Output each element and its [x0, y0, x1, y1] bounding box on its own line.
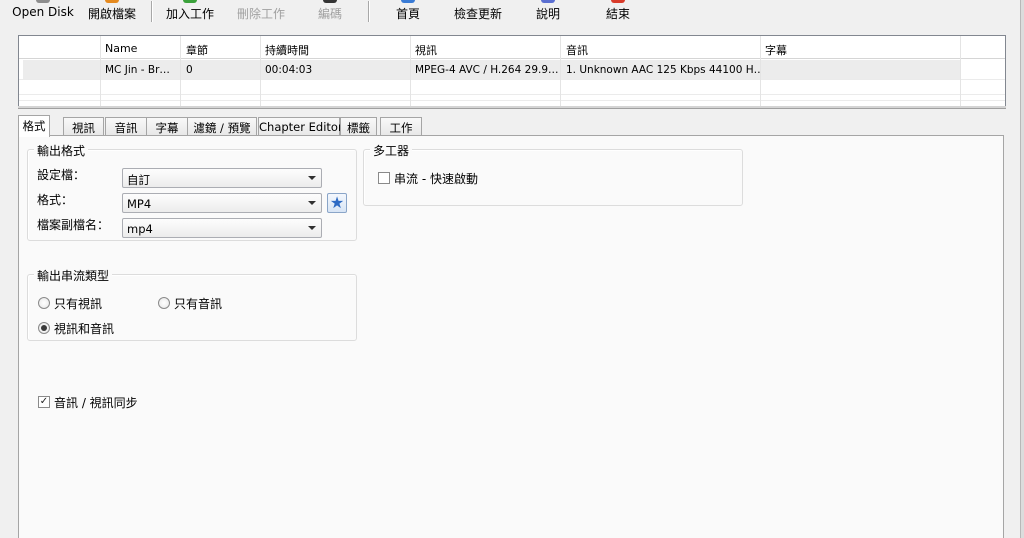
encode-icon [323, 0, 337, 3]
column-header-subtitle[interactable]: 字幕 [765, 42, 787, 58]
column-header-video[interactable]: 視訊 [415, 42, 437, 58]
exit-label: 結束 [605, 7, 630, 21]
video-only-label[interactable]: 只有視訊 [54, 295, 102, 312]
cell-name: MC Jin - Br… [105, 64, 170, 76]
toolbar-separator [151, 1, 152, 22]
add-job-label: 加入工作 [165, 7, 214, 21]
grid-column-line [180, 36, 181, 106]
home-label: 首頁 [395, 7, 420, 21]
exit-button[interactable]: 結束 [600, 0, 636, 26]
cell-chapters: 0 [186, 64, 193, 76]
extension-select[interactable]: mp4 [122, 218, 322, 238]
encode-label: 編碼 [317, 7, 342, 21]
favorite-format-button[interactable]: ★ [327, 193, 347, 213]
stream-type-title: 輸出串流類型 [34, 267, 113, 284]
open-disk-label: Open Disk [12, 5, 74, 19]
chevron-down-icon [308, 226, 316, 230]
audio-only-radio[interactable] [158, 297, 170, 309]
video-and-audio-radio[interactable] [38, 322, 50, 334]
star-icon: ★ [329, 193, 345, 212]
output-format-group: 輸出格式 設定檔： 自訂 格式： MP4 ★ 檔案副檔名： mp4 [27, 142, 357, 241]
column-header-chapters[interactable]: 章節 [186, 42, 208, 58]
home-button[interactable]: 首頁 [388, 0, 428, 26]
column-header-audio[interactable]: 音訊 [566, 42, 588, 58]
tab-video[interactable]: 視訊 [63, 117, 104, 136]
disc-icon [36, 0, 50, 3]
folder-icon [105, 0, 119, 3]
open-file-button[interactable]: 開啟檔案 [84, 0, 140, 26]
home-icon [401, 0, 415, 3]
av-sync-label[interactable]: 音訊 / 視訊同步 [54, 394, 138, 411]
add-job-button[interactable]: 加入工作 [162, 0, 218, 26]
video-only-radio[interactable] [38, 297, 50, 309]
remove-job-button[interactable]: 刪除工作 [233, 0, 289, 26]
stream-type-group: 輸出串流類型 只有視訊 只有音訊 視訊和音訊 [27, 267, 357, 341]
toolbar: Open Disk 開啟檔案 加入工作 刪除工作 編碼 首頁 檢查更新 說明 結… [0, 0, 1024, 28]
help-label: 說明 [535, 7, 560, 21]
grid-header: Name 章節 持續時間 視訊 音訊 字幕 [19, 36, 1005, 59]
format-tab-panel: 輸出格式 設定檔： 自訂 格式： MP4 ★ 檔案副檔名： mp4 多工器 串流… [18, 135, 1004, 538]
tab-chapter-editor[interactable]: Chapter Editor [258, 117, 343, 136]
toolbar-separator [368, 1, 369, 22]
format-select[interactable]: MP4 [122, 193, 322, 213]
remove-job-label: 刪除工作 [236, 7, 285, 21]
grid-column-line [960, 36, 961, 106]
extension-value: mp4 [127, 222, 153, 236]
audio-only-label[interactable]: 只有音訊 [174, 295, 222, 312]
grid-column-line [260, 36, 261, 106]
streaming-label[interactable]: 串流 - 快速啟動 [394, 170, 478, 187]
cell-audio: 1. Unknown AAC 125 Kbps 44100 H… [566, 64, 761, 76]
check-update-button[interactable]: 檢查更新 [448, 0, 508, 26]
streaming-checkbox[interactable] [378, 172, 390, 184]
tab-subtitle[interactable]: 字幕 [146, 117, 188, 136]
help-button[interactable]: 說明 [530, 0, 566, 26]
column-header-duration[interactable]: 持續時間 [265, 42, 309, 58]
grid-column-line [560, 36, 561, 106]
encode-button[interactable]: 編碼 [312, 0, 348, 26]
multiplexer-group: 多工器 串流 - 快速啟動 [363, 142, 743, 206]
add-icon [183, 0, 197, 3]
help-icon [541, 0, 555, 3]
format-label: 格式： [37, 193, 74, 207]
video-and-audio-label[interactable]: 視訊和音訊 [54, 320, 114, 337]
source-grid: Name 章節 持續時間 視訊 音訊 字幕 MC Jin - Br… 0 00:… [18, 35, 1006, 107]
profile-select[interactable]: 自訂 [122, 168, 322, 188]
profile-label: 設定檔： [37, 168, 86, 182]
profile-value: 自訂 [127, 173, 150, 187]
exit-icon [611, 0, 625, 3]
open-file-label: 開啟檔案 [87, 7, 136, 21]
tab-filter-preview[interactable]: 濾鏡 / 預覽 [187, 117, 257, 136]
tab-audio[interactable]: 音訊 [105, 117, 147, 136]
grid-line [19, 94, 1005, 95]
grid-column-line [410, 36, 411, 106]
output-format-title: 輸出格式 [34, 142, 89, 159]
open-disk-button[interactable]: Open Disk [8, 0, 78, 26]
grid-line [19, 79, 1005, 80]
grid-line [19, 100, 1005, 101]
splitter-bar[interactable] [18, 106, 1006, 109]
chevron-down-icon [308, 176, 316, 180]
av-sync-checkbox[interactable]: ✓ [38, 396, 50, 408]
tab-jobs[interactable]: 工作 [380, 117, 422, 136]
tab-format[interactable]: 格式 [18, 115, 50, 137]
multiplexer-title: 多工器 [370, 142, 413, 159]
table-row[interactable]: MC Jin - Br… 0 00:04:03 MPEG-4 AVC / H.2… [23, 60, 961, 79]
grid-column-line [100, 36, 101, 106]
column-header-name[interactable]: Name [105, 42, 137, 55]
grid-column-line [760, 36, 761, 106]
extension-label: 檔案副檔名： [37, 218, 110, 232]
check-update-label: 檢查更新 [453, 7, 502, 21]
cell-duration: 00:04:03 [265, 64, 313, 76]
chevron-down-icon [308, 201, 316, 205]
format-value: MP4 [127, 197, 152, 211]
cell-video: MPEG-4 AVC / H.264 29.9… [415, 64, 559, 76]
window-right-edge [1020, 0, 1024, 538]
tab-tags[interactable]: 標籤 [340, 117, 377, 136]
